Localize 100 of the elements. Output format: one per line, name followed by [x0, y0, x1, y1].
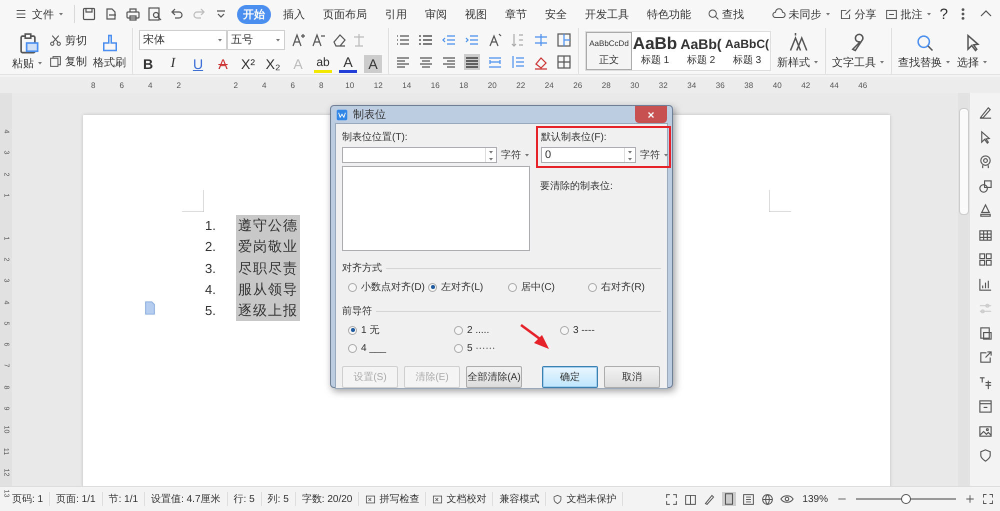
radio-button[interactable]	[588, 282, 597, 292]
radio-button[interactable]	[348, 326, 357, 334]
share-icon[interactable]	[978, 350, 992, 365]
image-icon[interactable]	[978, 424, 992, 438]
print-icon[interactable]	[125, 6, 141, 22]
radio-button[interactable]	[348, 282, 357, 292]
format-button[interactable]: ab	[314, 54, 332, 72]
grow-font-icon[interactable]	[291, 32, 307, 48]
numbered-list-icon[interactable]	[418, 32, 434, 48]
status-item[interactable]: 文档未保护	[546, 492, 624, 506]
shapes-icon[interactable]	[978, 178, 992, 194]
print-preview-icon[interactable]	[147, 6, 163, 22]
ribbon-tab[interactable]: 视图	[459, 4, 493, 24]
comment-button[interactable]: 批注	[884, 6, 932, 22]
fit-icon[interactable]	[982, 493, 994, 505]
font-select[interactable]: 宋体	[139, 30, 227, 50]
ribbon-tab[interactable]: 开发工具	[579, 4, 635, 24]
dialog-button[interactable]: 全部清除(A)	[466, 366, 522, 388]
scrollbar[interactable]	[958, 93, 970, 486]
dialog-button[interactable]: 取消	[604, 366, 660, 388]
sync-button[interactable]: 未同步	[772, 6, 831, 22]
font-size-select[interactable]: 五号	[227, 30, 285, 50]
format-button[interactable]: I	[164, 54, 182, 72]
tab-position-field[interactable]	[342, 147, 497, 163]
share-button[interactable]: 分享	[838, 6, 877, 22]
line-spacing-icon[interactable]	[533, 32, 549, 48]
stamp-icon[interactable]	[978, 203, 992, 218]
ribbon-tab[interactable]: 页面布局	[317, 4, 373, 24]
ribbon-tab[interactable]: 安全	[539, 4, 573, 24]
menu-icon	[14, 7, 28, 21]
radio-button[interactable]	[428, 282, 437, 292]
unit-dropdown[interactable]: 字符	[640, 148, 669, 162]
status-item[interactable]: 文档校对	[426, 492, 494, 506]
format-button[interactable]: X²	[239, 54, 257, 72]
format-button[interactable]: A	[339, 54, 357, 72]
shrink-font-icon[interactable]	[311, 32, 327, 48]
outline-view-icon[interactable]	[742, 492, 756, 506]
format-button[interactable]: A	[214, 54, 232, 72]
ribbon-tab[interactable]: 审阅	[419, 4, 453, 24]
justify-icon[interactable]	[464, 54, 480, 70]
caret-icon	[824, 11, 831, 17]
paragraph-spacing-icon[interactable]	[510, 54, 526, 70]
copy-button[interactable]: 复制	[49, 54, 87, 69]
radio-button[interactable]	[454, 326, 463, 334]
badge-icon[interactable]	[978, 154, 992, 169]
close-button[interactable]	[635, 106, 667, 123]
ribbon-tab[interactable]: 章节	[499, 4, 533, 24]
ribbon-tab[interactable]: 插入	[277, 4, 311, 24]
dialog-button[interactable]: 确定	[542, 366, 598, 388]
zoom-level[interactable]: 139%	[802, 494, 828, 504]
cut-button[interactable]: 剪切	[49, 33, 87, 48]
page-view-icon[interactable]	[722, 492, 736, 506]
style-item[interactable]: AaBb 标题 1	[632, 32, 678, 70]
globe-icon[interactable]	[761, 492, 774, 506]
table-icon[interactable]	[978, 228, 992, 242]
format-button[interactable]: X₂	[264, 54, 282, 72]
sliders-icon[interactable]	[978, 301, 992, 316]
text-tools-button[interactable]: 文字工具	[832, 32, 885, 70]
radio-button[interactable]	[560, 326, 569, 334]
book-icon[interactable]	[684, 492, 698, 506]
ribbon-tab[interactable]: 特色功能	[641, 4, 697, 24]
help-button[interactable]: ?	[940, 6, 948, 22]
style-item[interactable]: AaBbC( 标题 3	[724, 32, 770, 70]
ribbon-tab[interactable]: 引用	[379, 4, 413, 24]
pen-icon[interactable]	[703, 492, 716, 506]
format-painter-button[interactable]: 格式刷	[93, 32, 126, 70]
borders-icon[interactable]	[556, 54, 572, 70]
archive-icon[interactable]	[978, 399, 992, 414]
select-button[interactable]: 选择	[957, 32, 988, 70]
caret-icon	[926, 11, 932, 17]
text-direction-icon[interactable]	[487, 32, 503, 48]
paste-button[interactable]: 粘贴	[12, 32, 43, 70]
find-replace-button[interactable]: 查找替换	[898, 32, 951, 70]
eraser-icon[interactable]	[331, 32, 347, 48]
pen-icon[interactable]	[978, 105, 992, 120]
ruler-label: 28	[600, 80, 612, 90]
image-document-icon[interactable]	[978, 326, 992, 340]
style-item[interactable]: AaBb( 标题 2	[678, 32, 724, 70]
file-menu[interactable]: 文件	[10, 3, 68, 25]
radio-button[interactable]	[508, 282, 517, 292]
grid-icon[interactable]	[978, 252, 992, 267]
zoom-in-icon[interactable]	[964, 493, 976, 505]
default-tab-field[interactable]: 0	[541, 147, 636, 163]
style-item[interactable]: AaBbCcDd 正文	[586, 32, 632, 70]
comment-icon	[884, 8, 898, 20]
status-item[interactable]: 拼写检查	[359, 492, 426, 506]
search-button[interactable]: 查找	[707, 6, 744, 22]
bar-chart-icon[interactable]	[978, 276, 992, 292]
format-button[interactable]: U	[189, 54, 207, 72]
radio-button[interactable]	[454, 344, 463, 353]
new-style-button[interactable]: 新样式	[777, 32, 819, 70]
save-icon[interactable]	[81, 6, 97, 22]
format-button[interactable]: B	[139, 54, 157, 72]
unit-dropdown[interactable]: 字符	[501, 148, 530, 162]
eye-icon[interactable]	[780, 492, 794, 506]
radio-button[interactable]	[348, 344, 357, 353]
fullscreen-icon[interactable]	[665, 492, 678, 506]
shield-icon[interactable]	[978, 448, 992, 463]
borders-layout-icon[interactable]	[556, 32, 572, 48]
format-button[interactable]: A	[364, 54, 382, 72]
